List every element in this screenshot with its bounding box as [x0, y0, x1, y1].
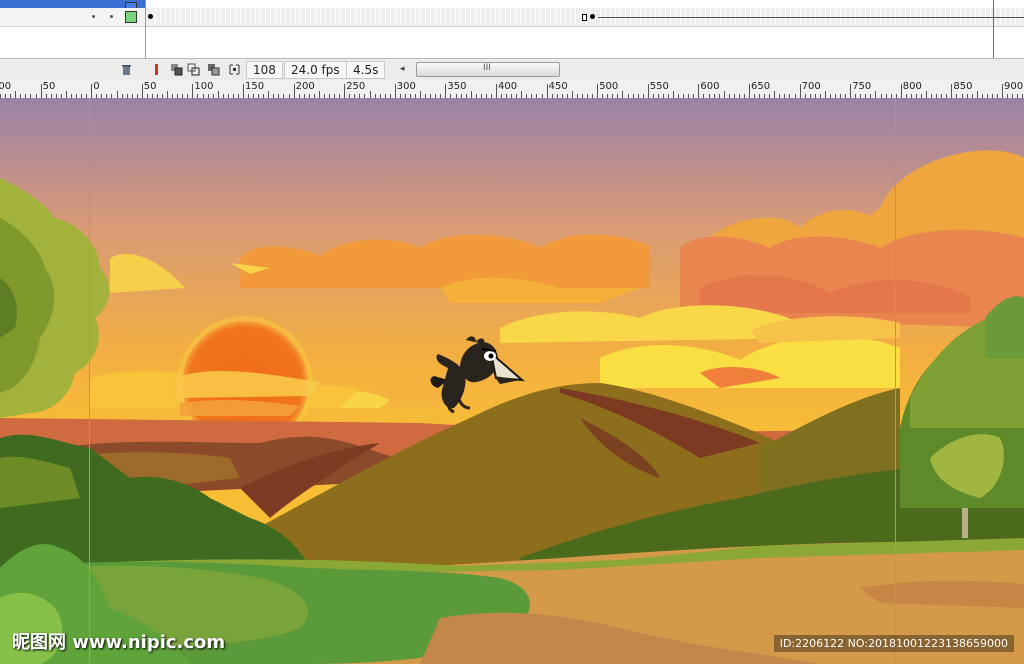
ruler-tick: [243, 84, 244, 98]
ruler-tick: [850, 84, 851, 98]
ruler-tick: [167, 91, 168, 98]
stage-canvas[interactable]: 昵图网 www.nipic.com ID:2206122 NO:20181001…: [0, 98, 1024, 664]
ruler-tick: [91, 84, 92, 98]
tween-arrow-line: [598, 17, 1024, 18]
layer-outline-swatch[interactable]: [125, 11, 137, 23]
ruler-tick: [901, 84, 902, 98]
playhead[interactable]: [993, 0, 994, 60]
ruler-tick: [319, 91, 320, 98]
ruler-tick: [218, 91, 219, 98]
ruler-tick: [445, 84, 446, 98]
ruler-label: 100: [0, 81, 12, 92]
ruler-tick: [673, 91, 674, 98]
ruler-tick: [521, 91, 522, 98]
ruler-tick: [395, 84, 396, 98]
ruler-label: 650: [751, 81, 771, 92]
ruler-label: 600: [700, 81, 720, 92]
ruler-tick: [724, 91, 725, 98]
frame-row[interactable]: [146, 8, 1024, 27]
frame-grid[interactable]: [146, 0, 1024, 60]
scroll-grip-icon[interactable]: III: [483, 63, 491, 73]
center-frame-icon[interactable]: [150, 63, 163, 76]
layer-list: [0, 0, 146, 60]
timeline-panel: 108 24.0 fps 4.5s ◂ III: [0, 0, 1024, 81]
ruler-label: 100: [194, 81, 214, 92]
stage-guide-right[interactable]: [895, 98, 896, 664]
ruler-tick: [977, 91, 978, 98]
ruler-label: 0: [93, 81, 100, 92]
ruler-tick: [875, 91, 876, 98]
ruler-label: 350: [447, 81, 467, 92]
ruler-label: 800: [902, 81, 922, 92]
ruler-tick: [951, 84, 952, 98]
ruler-label: 200: [295, 81, 315, 92]
ruler-tick: [622, 91, 623, 98]
end-frame-marker[interactable]: [582, 14, 587, 21]
layer-row[interactable]: [0, 8, 145, 27]
watermark-right: ID:2206122 NO:20181001223138659000: [773, 635, 1014, 652]
scroll-left-arrow-icon[interactable]: ◂: [400, 64, 405, 74]
ruler-label: 550: [649, 81, 669, 92]
onion-skin-icon[interactable]: [170, 63, 183, 76]
timeline-toolbar: 108 24.0 fps 4.5s ◂ III: [0, 58, 1024, 81]
ruler-tick: [1002, 84, 1003, 98]
trash-icon[interactable]: [120, 63, 133, 76]
keyframe[interactable]: [590, 14, 595, 19]
ruler-tick: [749, 84, 750, 98]
frame-rate-field[interactable]: 24.0 fps: [284, 61, 347, 79]
timeline-scrollbar[interactable]: III: [416, 62, 560, 77]
ruler-label: 250: [346, 81, 366, 92]
ruler-tick: [648, 84, 649, 98]
ruler-tick: [420, 91, 421, 98]
ruler-tick: [825, 91, 826, 98]
ruler-label: 400: [498, 81, 518, 92]
ruler-tick: [268, 91, 269, 98]
ruler-label: 150: [245, 81, 265, 92]
ruler-tick: [15, 91, 16, 98]
horizontal-ruler: 1005005010015020025030035040045050055060…: [0, 80, 1024, 99]
sunset-scene: [0, 98, 1024, 664]
ruler-tick: [547, 84, 548, 98]
keyframe[interactable]: [148, 14, 153, 19]
ruler-label: 450: [548, 81, 568, 92]
ruler-label: 900: [1004, 81, 1024, 92]
stage-guide-left[interactable]: [89, 98, 90, 664]
ruler-tick: [294, 84, 295, 98]
ruler-label: 850: [953, 81, 973, 92]
ruler-tick: [471, 91, 472, 98]
onion-skin-outlines-icon[interactable]: [187, 63, 200, 76]
ruler-tick: [597, 84, 598, 98]
ruler-tick: [926, 91, 927, 98]
edit-multiple-frames-icon[interactable]: [207, 63, 220, 76]
ruler-tick: [496, 84, 497, 98]
current-frame-field: 108: [246, 61, 283, 79]
ruler-label: 50: [143, 81, 157, 92]
ruler-tick: [66, 91, 67, 98]
ruler-tick: [344, 84, 345, 98]
ruler-label: 50: [42, 81, 56, 92]
ruler-tick: [41, 84, 42, 98]
watermark-left: 昵图网 www.nipic.com: [12, 632, 226, 653]
ruler-label: 700: [801, 81, 821, 92]
ruler-tick: [370, 91, 371, 98]
ruler-label: 300: [396, 81, 416, 92]
ruler-tick: [192, 84, 193, 98]
ruler-tick: [774, 91, 775, 98]
ruler-tick: [142, 84, 143, 98]
elapsed-time-field: 4.5s: [346, 61, 386, 79]
ruler-label: 500: [599, 81, 619, 92]
ruler-tick: [117, 91, 118, 98]
ruler-tick: [698, 84, 699, 98]
ruler-label: 750: [852, 81, 872, 92]
ruler-tick: [800, 84, 801, 98]
layer-lock-dot[interactable]: [110, 15, 113, 18]
ruler-tick: [572, 91, 573, 98]
modify-onion-markers-icon[interactable]: [228, 63, 241, 76]
layer-visibility-dot[interactable]: [92, 15, 95, 18]
